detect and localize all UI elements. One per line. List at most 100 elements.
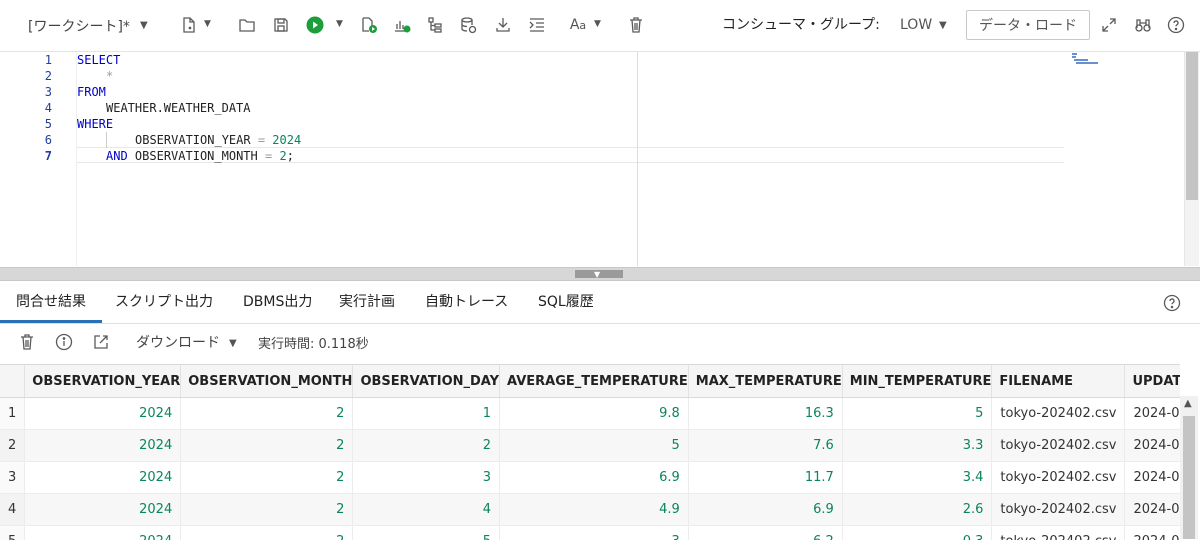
run-script-icon[interactable] — [358, 14, 380, 36]
font-icon[interactable]: Aa — [565, 14, 591, 36]
tab-autotrace[interactable]: 自動トレース — [425, 281, 508, 323]
table-cell[interactable]: 3 — [500, 526, 689, 540]
explain-plan-icon[interactable] — [391, 14, 413, 36]
download-menu[interactable]: ダウンロード — [136, 332, 220, 352]
table-cell[interactable]: 11.7 — [688, 462, 842, 494]
column-header[interactable]: OBSERVATION_DAY — [353, 365, 500, 398]
help-icon[interactable] — [1163, 294, 1181, 312]
binoculars-icon[interactable] — [1132, 14, 1154, 36]
table-cell[interactable]: 2 — [181, 526, 353, 540]
table-cell[interactable]: 6.2 — [688, 526, 842, 540]
scrollbar-thumb[interactable] — [1183, 416, 1195, 539]
grid-scrollbar[interactable]: ▲ — [1180, 396, 1198, 539]
new-file-icon[interactable] — [178, 14, 200, 36]
data-load-button[interactable]: データ・ロード — [966, 10, 1090, 40]
table-row[interactable]: 3 2024 2 3 6.9 11.7 3.4 tokyo-202402.csv… — [0, 462, 1180, 494]
table-cell[interactable]: 2024 — [25, 462, 181, 494]
table-cell[interactable]: 2.6 — [842, 494, 992, 526]
worksheet-title: [ワークシート]* — [28, 16, 130, 36]
table-cell[interactable]: 9.8 — [500, 398, 689, 430]
table-cell[interactable]: 2024 — [25, 494, 181, 526]
splitter-grip[interactable]: ▼ — [575, 270, 623, 278]
editor-scrollbar[interactable] — [1184, 52, 1199, 266]
table-cell[interactable]: 2024-05-01T01:00:03 — [1125, 494, 1180, 526]
sql-history-icon[interactable] — [457, 14, 479, 36]
format-icon[interactable] — [526, 14, 548, 36]
table-cell[interactable]: 4.9 — [500, 494, 689, 526]
open-external-icon[interactable] — [92, 333, 112, 353]
tab-dbms-output[interactable]: DBMS出力 — [243, 281, 312, 323]
sql-editor[interactable]: 1 2 3 4 5 6 7 SELECT * FROM WEATHER.WEAT… — [0, 52, 1184, 266]
open-folder-icon[interactable] — [236, 14, 258, 36]
scrollbar-thumb[interactable] — [1186, 52, 1198, 200]
column-header[interactable]: MAX_TEMPERATURE — [688, 365, 842, 398]
chevron-down-icon[interactable]: ▼ — [229, 338, 237, 349]
table-cell[interactable]: 2 — [353, 430, 500, 462]
consumer-group-select[interactable]: LOW — [900, 0, 932, 51]
tab-script-output[interactable]: スクリプト出力 — [115, 281, 213, 323]
tab-query-result[interactable]: 問合せ結果 — [16, 281, 86, 323]
table-cell[interactable]: 4 — [353, 494, 500, 526]
expand-icon[interactable] — [1098, 14, 1120, 36]
chevron-down-icon[interactable]: ▼ — [594, 19, 601, 29]
download-icon[interactable] — [492, 14, 514, 36]
chevron-down-icon[interactable]: ▼ — [204, 19, 211, 29]
table-cell[interactable]: 2024-05-01T01:00:03 — [1125, 398, 1180, 430]
tab-explain-plan[interactable]: 実行計画 — [339, 281, 395, 323]
autotrace-icon[interactable] — [424, 14, 446, 36]
line-number-gutter: 1 2 3 4 5 6 7 — [0, 52, 60, 266]
table-cell[interactable]: 2 — [181, 430, 353, 462]
save-icon[interactable] — [270, 14, 292, 36]
table-cell[interactable]: 2 — [181, 462, 353, 494]
table-cell[interactable]: tokyo-202402.csv — [992, 462, 1125, 494]
worksheet-selector[interactable]: [ワークシート]* ▼ — [28, 0, 148, 51]
table-cell[interactable]: 3 — [353, 462, 500, 494]
column-header[interactable]: MIN_TEMPERATURE — [842, 365, 992, 398]
table-cell[interactable]: 16.3 — [688, 398, 842, 430]
table-cell[interactable]: 2024-05-01T01:00:03 — [1125, 462, 1180, 494]
chevron-up-icon[interactable]: ▲ — [1184, 398, 1192, 409]
trash-icon[interactable] — [18, 333, 38, 353]
table-cell[interactable]: 0.3 — [842, 526, 992, 540]
sql-table-name: WEATHER.WEATHER_DATA — [106, 101, 251, 115]
column-header[interactable]: UPDATED_TIMESTAMP — [1125, 365, 1180, 398]
table-cell[interactable]: tokyo-202402.csv — [992, 430, 1125, 462]
column-header[interactable]: FILENAME — [992, 365, 1125, 398]
table-cell[interactable]: tokyo-202402.csv — [992, 526, 1125, 540]
table-cell[interactable]: 2024 — [25, 398, 181, 430]
table-cell[interactable]: 5 — [842, 398, 992, 430]
table-cell[interactable]: 7.6 — [688, 430, 842, 462]
code-line-5: WHERE — [77, 116, 113, 132]
table-cell[interactable]: tokyo-202402.csv — [992, 398, 1125, 430]
minimap[interactable] — [1072, 52, 1102, 68]
table-cell[interactable]: 5 — [500, 430, 689, 462]
table-cell[interactable]: 5 — [353, 526, 500, 540]
help-icon[interactable] — [1165, 14, 1187, 36]
column-header[interactable]: OBSERVATION_MONTH — [181, 365, 353, 398]
table-cell[interactable]: 2024-05-01T01:00:03 — [1125, 526, 1180, 540]
table-row[interactable]: 1 2024 2 1 9.8 16.3 5 tokyo-202402.csv 2… — [0, 398, 1180, 430]
table-cell[interactable]: 3.4 — [842, 462, 992, 494]
table-cell[interactable]: tokyo-202402.csv — [992, 494, 1125, 526]
chevron-down-icon[interactable]: ▼ — [939, 20, 947, 31]
table-row[interactable]: 4 2024 2 4 4.9 6.9 2.6 tokyo-202402.csv … — [0, 494, 1180, 526]
table-cell[interactable]: 2 — [181, 398, 353, 430]
table-cell[interactable]: 2024-05-01T01:00:03 — [1125, 430, 1180, 462]
table-cell[interactable]: 3.3 — [842, 430, 992, 462]
column-header[interactable]: OBSERVATION_YEAR — [25, 365, 181, 398]
column-header[interactable]: AVERAGE_TEMPERATURE — [500, 365, 689, 398]
table-row[interactable]: 2 2024 2 2 5 7.6 3.3 tokyo-202402.csv 20… — [0, 430, 1180, 462]
table-cell[interactable]: 2 — [181, 494, 353, 526]
table-cell[interactable]: 6.9 — [500, 462, 689, 494]
pane-splitter[interactable]: ▼ — [0, 267, 1200, 281]
table-row[interactable]: 5 2024 2 5 3 6.2 0.3 tokyo-202402.csv 20… — [0, 526, 1180, 540]
table-cell[interactable]: 1 — [353, 398, 500, 430]
chevron-down-icon[interactable]: ▼ — [336, 19, 343, 29]
tab-sql-history[interactable]: SQL履歴 — [538, 281, 594, 323]
info-icon[interactable] — [55, 333, 75, 353]
trash-icon[interactable] — [625, 14, 647, 36]
table-cell[interactable]: 2024 — [25, 430, 181, 462]
table-cell[interactable]: 2024 — [25, 526, 181, 540]
table-cell[interactable]: 6.9 — [688, 494, 842, 526]
run-icon[interactable] — [304, 14, 326, 36]
